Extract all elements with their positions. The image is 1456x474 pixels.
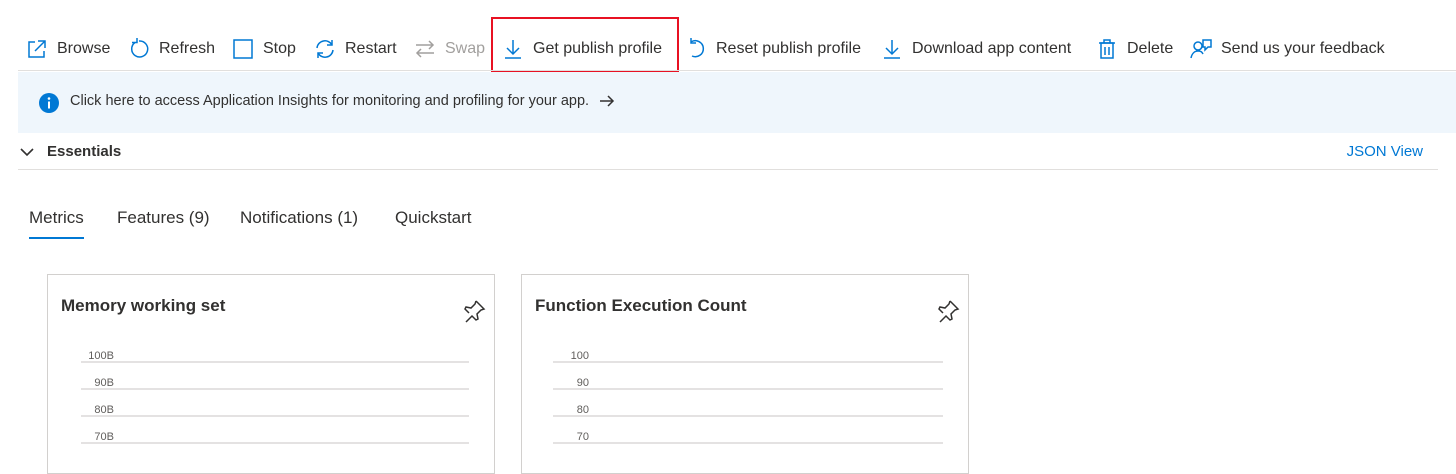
y-tick-label: 70B — [94, 431, 114, 443]
execution-count-chart: 100 90 80 70 — [553, 350, 943, 444]
highlight-box — [491, 17, 679, 73]
restart-label: Restart — [345, 40, 397, 57]
reset-publish-profile-label: Reset publish profile — [716, 40, 861, 57]
toolbar-divider — [18, 70, 1456, 71]
restart-button[interactable]: Restart — [314, 36, 397, 62]
essentials-header: Essentials JSON View — [18, 140, 1438, 170]
function-execution-count-card: Function Execution Count 100 90 80 70 — [521, 274, 969, 474]
json-view-link[interactable]: JSON View — [1347, 143, 1423, 160]
essentials-label: Essentials — [47, 143, 122, 160]
delete-label: Delete — [1127, 40, 1174, 57]
trash-icon — [1099, 39, 1115, 59]
y-tick-label: 80B — [94, 404, 114, 416]
arrow-right-icon — [600, 95, 615, 107]
tab-metrics[interactable]: Metrics — [29, 208, 84, 239]
swap-label: Swap — [445, 40, 486, 57]
restart-icon — [316, 40, 334, 58]
y-tick-label: 80 — [577, 404, 589, 416]
chevron-down-icon[interactable] — [18, 143, 36, 161]
feedback-button[interactable]: Send us your feedback — [1190, 36, 1385, 62]
app-insights-banner[interactable]: Click here to access Application Insight… — [18, 72, 1456, 133]
swap-icon — [415, 40, 435, 58]
stop-label: Stop — [263, 40, 296, 57]
feedback-person-icon — [1190, 39, 1212, 59]
stop-icon — [233, 39, 253, 59]
memory-chart: 100B 90B 80B 70B — [81, 350, 469, 444]
refresh-button[interactable]: Refresh — [128, 36, 215, 62]
tab-notifications[interactable]: Notifications (1) — [240, 208, 358, 228]
undo-icon — [690, 38, 705, 58]
y-tick-label: 90 — [577, 377, 589, 389]
browse-label: Browse — [57, 40, 111, 57]
refresh-icon — [130, 38, 149, 58]
y-tick-label: 100 — [571, 350, 589, 362]
reset-publish-profile-button[interactable]: Reset publish profile — [685, 36, 861, 62]
stop-button[interactable]: Stop — [232, 36, 296, 62]
swap-button[interactable]: Swap — [414, 36, 485, 62]
memory-working-set-card: Memory working set 100B 90B 80B 70B — [47, 274, 495, 474]
external-link-icon — [28, 40, 46, 58]
delete-button[interactable]: Delete — [1096, 36, 1173, 62]
refresh-label: Refresh — [159, 40, 216, 57]
command-bar: Browse Refresh Stop Restart Swap Get pub… — [18, 26, 1456, 70]
download-app-content-button[interactable]: Download app content — [881, 36, 1071, 62]
tab-features[interactable]: Features (9) — [117, 208, 210, 228]
info-icon — [39, 93, 59, 113]
y-tick-label: 100B — [88, 350, 114, 362]
y-tick-label: 90B — [94, 377, 114, 389]
banner-text-container: Click here to access Application Insight… — [70, 93, 615, 109]
feedback-label: Send us your feedback — [1221, 40, 1385, 57]
download-app-content-label: Download app content — [912, 40, 1072, 57]
tab-quickstart[interactable]: Quickstart — [395, 208, 472, 228]
browse-button[interactable]: Browse — [26, 36, 110, 62]
banner-text: Click here to access Application Insight… — [70, 93, 590, 109]
download-icon — [884, 40, 900, 59]
y-tick-label: 70 — [577, 431, 589, 443]
